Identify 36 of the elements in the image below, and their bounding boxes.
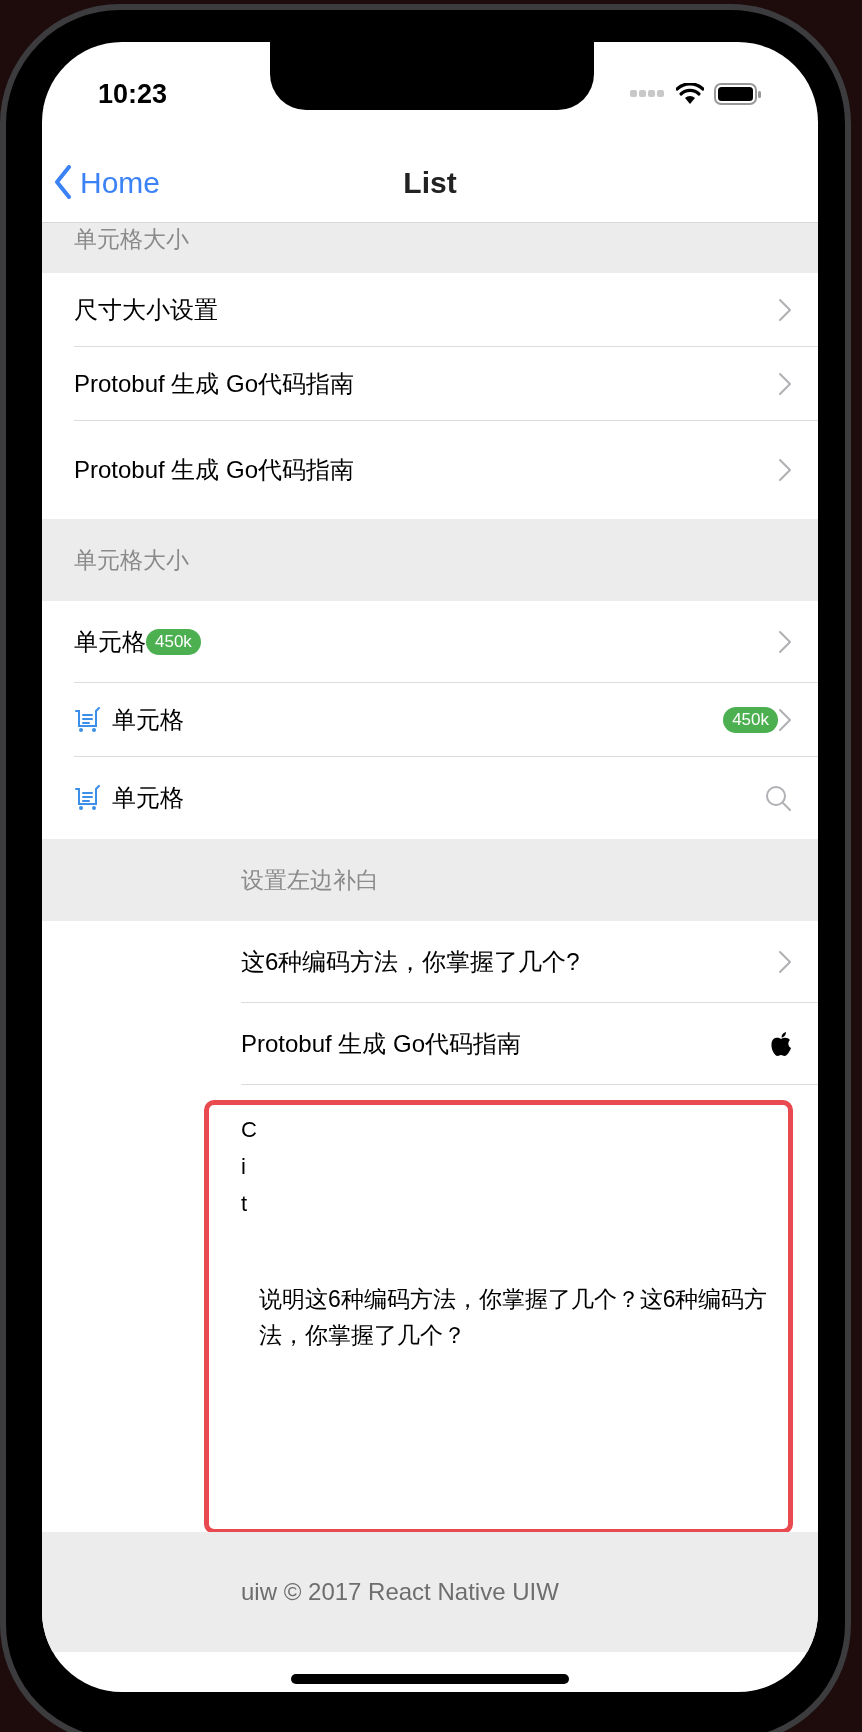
count-badge: 450k [723,706,778,733]
signal-icon [630,90,666,98]
back-button[interactable]: Home [42,159,161,205]
vertical-text: Cit [241,1116,257,1218]
cart-icon [74,785,102,811]
cell-description: 说明这6种编码方法，你掌握了几个？这6种编码方法，你掌握了几个？ [258,1285,769,1350]
section-header: 单元格大小 [74,225,189,254]
footer-text: uiw © 2017 React Native UIW [241,1577,559,1607]
chevron-right-icon [778,949,792,974]
cell-label: 单元格 [112,783,184,813]
section-header: 设置左边补白 [241,866,379,895]
back-chevron-icon [54,165,72,199]
count-badge: 450k [146,628,201,655]
cell-label: Protobuf 生成 Go代码指南 [74,455,355,485]
cell-label: Protobuf 生成 Go代码指南 [241,1028,522,1059]
cell-label: 单元格 [74,626,146,657]
cell-label: Protobuf 生成 Go代码指南 [74,368,355,399]
section-header: 单元格大小 [74,546,189,575]
list-cell[interactable]: 单元格 [74,757,818,839]
battery-icon [714,82,762,106]
search-icon [764,784,792,812]
chevron-right-icon [778,629,792,654]
list-cell[interactable]: Protobuf 生成 Go代码指南 [74,421,818,519]
apple-icon [770,1030,792,1057]
chevron-right-icon [778,297,792,322]
home-indicator[interactable] [291,1674,569,1684]
cart-icon [74,706,102,733]
status-time: 10:23 [98,77,168,111]
wifi-icon [676,83,704,105]
chevron-right-icon [778,707,792,732]
cell-label: 单元格 [112,704,184,735]
chevron-right-icon [778,458,792,482]
cell-label: 尺寸大小设置 [74,294,218,325]
nav-title: List [403,164,457,201]
cell-label: 这6种编码方法，你掌握了几个? [241,946,580,977]
chevron-right-icon [778,371,792,396]
